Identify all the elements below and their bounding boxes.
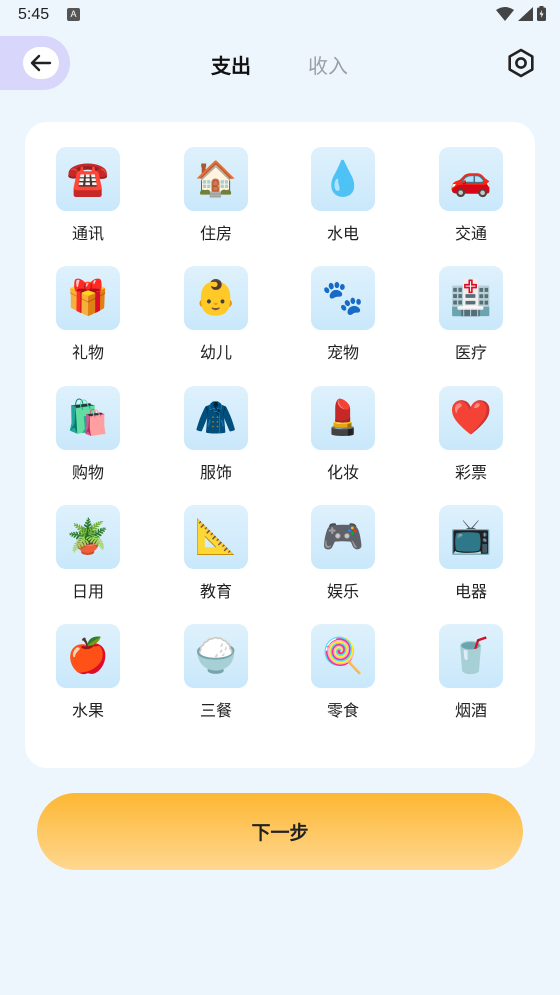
tab-expense[interactable]: 支出 [211,50,251,79]
category-item[interactable]: 🍭 零食 [295,624,391,721]
television-icon: 📺 [439,505,503,569]
category-item[interactable]: 🧥 服饰 [168,386,264,483]
category-item[interactable]: 👶 幼儿 [168,266,264,363]
lipstick-icon: 💄 [311,386,375,450]
category-item[interactable]: 🪴 日用 [40,505,136,602]
category-label: 零食 [326,701,359,720]
hospital-icon: 🏥 [439,266,503,330]
telephone-icon: ☎️ [56,147,120,211]
category-label: 三餐 [199,701,232,720]
baby-icon: 👶 [184,266,248,330]
category-label: 教育 [199,582,232,601]
signal-icon [518,6,533,21]
wifi-icon [496,6,514,21]
category-label: 医疗 [454,343,487,362]
category-item[interactable]: 🛍️ 购物 [40,386,136,483]
category-item[interactable]: 🥤 烟酒 [423,624,519,721]
house-icon: 🏠 [184,147,248,211]
category-item[interactable]: 🎁 礼物 [40,266,136,363]
category-label: 礼物 [71,343,104,362]
gift-icon: 🎁 [56,266,120,330]
category-item[interactable]: 💧 水电 [295,147,391,244]
coat-icon: 🧥 [184,386,248,450]
category-label: 宠物 [326,343,359,362]
category-label: 服饰 [199,463,232,482]
category-label: 通讯 [71,224,104,243]
category-item[interactable]: 🚗 交通 [423,147,519,244]
lollipop-icon: 🍭 [311,624,375,688]
category-label: 电器 [454,582,487,601]
category-label: 水电 [326,224,359,243]
rice-bowl-icon: 🍚 [184,624,248,688]
category-label: 水果 [71,701,104,720]
category-item[interactable]: ☎️ 通讯 [40,147,136,244]
notification-icon: A [67,8,80,21]
category-item[interactable]: 📺 电器 [423,505,519,602]
potted-plant-icon: 🪴 [56,505,120,569]
category-label: 娱乐 [326,582,359,601]
car-icon: 🚗 [439,147,503,211]
category-label: 烟酒 [454,701,487,720]
arrow-left-icon [23,47,59,79]
category-item[interactable]: ❤️ 彩票 [423,386,519,483]
category-label: 日用 [71,582,104,601]
category-label: 幼儿 [199,343,232,362]
category-item[interactable]: 🏠 住房 [168,147,264,244]
category-label: 彩票 [454,463,487,482]
drink-cup-icon: 🥤 [439,624,503,688]
category-item[interactable]: 🍎 水果 [40,624,136,721]
apple-icon: 🍎 [56,624,120,688]
triangle-ruler-icon: 📐 [184,505,248,569]
back-button[interactable] [0,36,70,90]
next-step-button[interactable]: 下一步 [37,793,523,870]
category-item[interactable]: 🎮 娱乐 [295,505,391,602]
settings-button[interactable] [505,47,537,79]
category-label: 住房 [199,224,232,243]
tab-income[interactable]: 收入 [308,50,348,79]
settings-hexagon-icon [508,48,534,78]
category-item[interactable]: 📐 教育 [168,505,264,602]
next-step-label: 下一步 [251,822,309,844]
water-drop-icon: 💧 [311,147,375,211]
category-label: 化妆 [326,463,359,482]
status-time: 5:45 [18,6,50,23]
category-label: 购物 [71,463,104,482]
category-item[interactable]: 🐾 宠物 [295,266,391,363]
paw-icon: 🐾 [311,266,375,330]
category-item[interactable]: 💄 化妆 [295,386,391,483]
category-label: 交通 [454,224,487,243]
category-item[interactable]: 🏥 医疗 [423,266,519,363]
status-bar: 5:45 A [0,0,560,32]
battery-icon [537,6,546,21]
category-item[interactable]: 🍚 三餐 [168,624,264,721]
game-controller-icon: 🎮 [311,505,375,569]
shopping-bags-icon: 🛍️ [56,386,120,450]
heart-icon: ❤️ [439,386,503,450]
